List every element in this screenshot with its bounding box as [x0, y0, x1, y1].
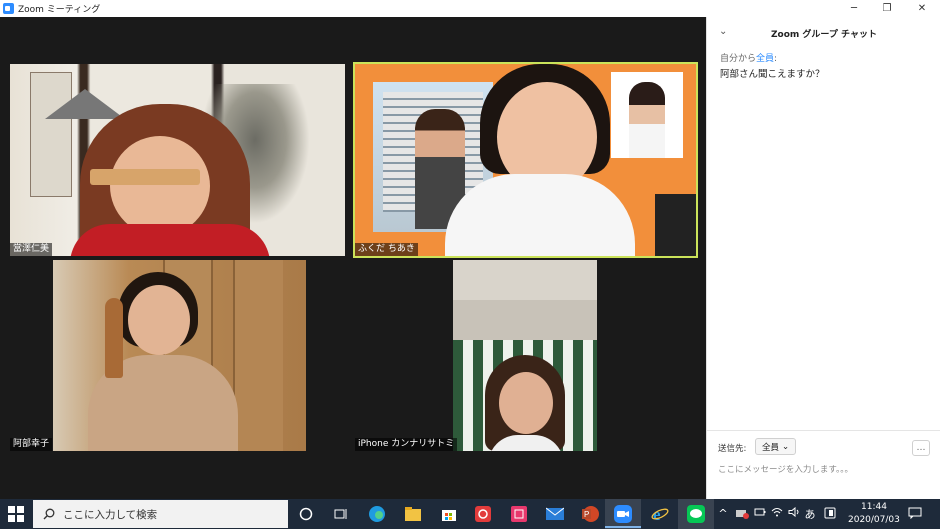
sync-app-icon[interactable]	[473, 504, 493, 524]
powerpoint-icon[interactable]: P	[580, 504, 600, 524]
search-placeholder: ここに入力して検索	[63, 508, 158, 521]
send-to-label: 送信先:	[718, 444, 747, 454]
video-tile-2-active-speaker[interactable]: ふくだ ちあき	[353, 62, 698, 258]
wooden-stick	[90, 169, 200, 185]
app-icon[interactable]	[509, 504, 529, 524]
send-to-dropdown[interactable]: 全員 ⌄	[755, 438, 797, 455]
participant-name-label: iPhone カンナリサトミ	[355, 438, 458, 451]
battery-icon[interactable]	[753, 507, 767, 520]
ie-icon[interactable]: e	[650, 504, 670, 524]
chat-header: ⌄ Zoom グループ チャット	[707, 17, 940, 49]
background-dark-panel	[655, 194, 696, 256]
chat-panel: ⌄ Zoom グループ チャット 自分から全員: 阿部さん聞こえますか？ 送信先…	[706, 17, 940, 499]
recipient-link[interactable]: 全員	[756, 54, 774, 64]
participant-name-label: 阿部幸子	[10, 438, 53, 451]
ime-indicator[interactable]: あ	[803, 506, 817, 522]
notification-icon[interactable]	[908, 507, 922, 522]
ceiling	[453, 260, 597, 300]
task-view-icon[interactable]	[331, 504, 351, 524]
participant-name-label: ふくだ ちあき	[355, 243, 418, 256]
cortana-icon[interactable]	[296, 504, 316, 524]
clock-date[interactable]: 2020/07/03	[848, 515, 900, 525]
chevron-down-icon: ⌄	[782, 441, 790, 452]
close-button[interactable]: ✕	[907, 0, 937, 17]
line-icon[interactable]	[686, 504, 706, 524]
sender-label: 自分から	[720, 54, 757, 64]
participant-face	[499, 372, 553, 434]
participant-figure	[445, 64, 635, 256]
participant-shirt	[70, 224, 270, 256]
participant-face	[128, 285, 190, 355]
security-alert-icon[interactable]	[735, 507, 749, 522]
video-tile-4[interactable]	[453, 260, 597, 451]
participant-name-label: 當澤仁美	[10, 243, 53, 256]
participant-face	[110, 136, 210, 236]
chat-message-input[interactable]: ここにメッセージを入力します。。。	[718, 463, 853, 475]
window-title: Zoom ミーティング	[18, 5, 101, 15]
zoom-app-icon	[3, 3, 14, 14]
mountain-painting	[45, 89, 125, 119]
chevron-down-icon[interactable]: ⌄	[719, 26, 727, 37]
divider	[707, 430, 940, 431]
send-to-value: 全員	[762, 442, 780, 453]
file-explorer-icon[interactable]	[403, 504, 423, 524]
clock-time[interactable]: 11:44	[858, 502, 890, 512]
zoom-icon[interactable]	[613, 504, 633, 524]
chat-message-sender: 自分から全員:	[720, 54, 778, 64]
video-tile-1[interactable]: 當澤仁美	[10, 64, 345, 256]
taskbar-search-box[interactable]: ここに入力して検索	[33, 500, 288, 528]
windows-taskbar: ここに入力して検索 P e ^ あ 11:44 2020/07/03	[0, 499, 940, 529]
chevron-up-icon[interactable]: ^	[716, 507, 730, 520]
mail-icon[interactable]	[545, 504, 565, 524]
more-options-button[interactable]: …	[912, 440, 930, 456]
store-icon[interactable]	[439, 504, 459, 524]
wooden-fan	[105, 298, 123, 378]
calendar-icon[interactable]	[823, 507, 837, 522]
minimize-button[interactable]: ─	[839, 0, 869, 17]
wifi-icon[interactable]	[770, 507, 784, 520]
edge-chromium-icon[interactable]	[367, 504, 387, 524]
volume-icon[interactable]	[787, 506, 801, 520]
svg-text:P: P	[584, 510, 589, 519]
active-app-underline	[605, 526, 641, 528]
video-tile-3[interactable]	[53, 260, 306, 451]
closet-door	[233, 260, 283, 451]
windows-start-icon[interactable]	[8, 506, 24, 522]
chat-message-text: 阿部さん聞こえますか？	[720, 69, 825, 80]
video-gallery: 當澤仁美 ふくだ ちあき 阿部幸子 iPhone カンナリサトミ	[0, 17, 706, 499]
restore-button[interactable]: ❐	[872, 0, 902, 17]
search-icon	[43, 508, 55, 520]
chat-title: Zoom グループ チャット	[771, 29, 877, 40]
window-titlebar: Zoom ミーティング ─ ❐ ✕	[0, 0, 940, 17]
